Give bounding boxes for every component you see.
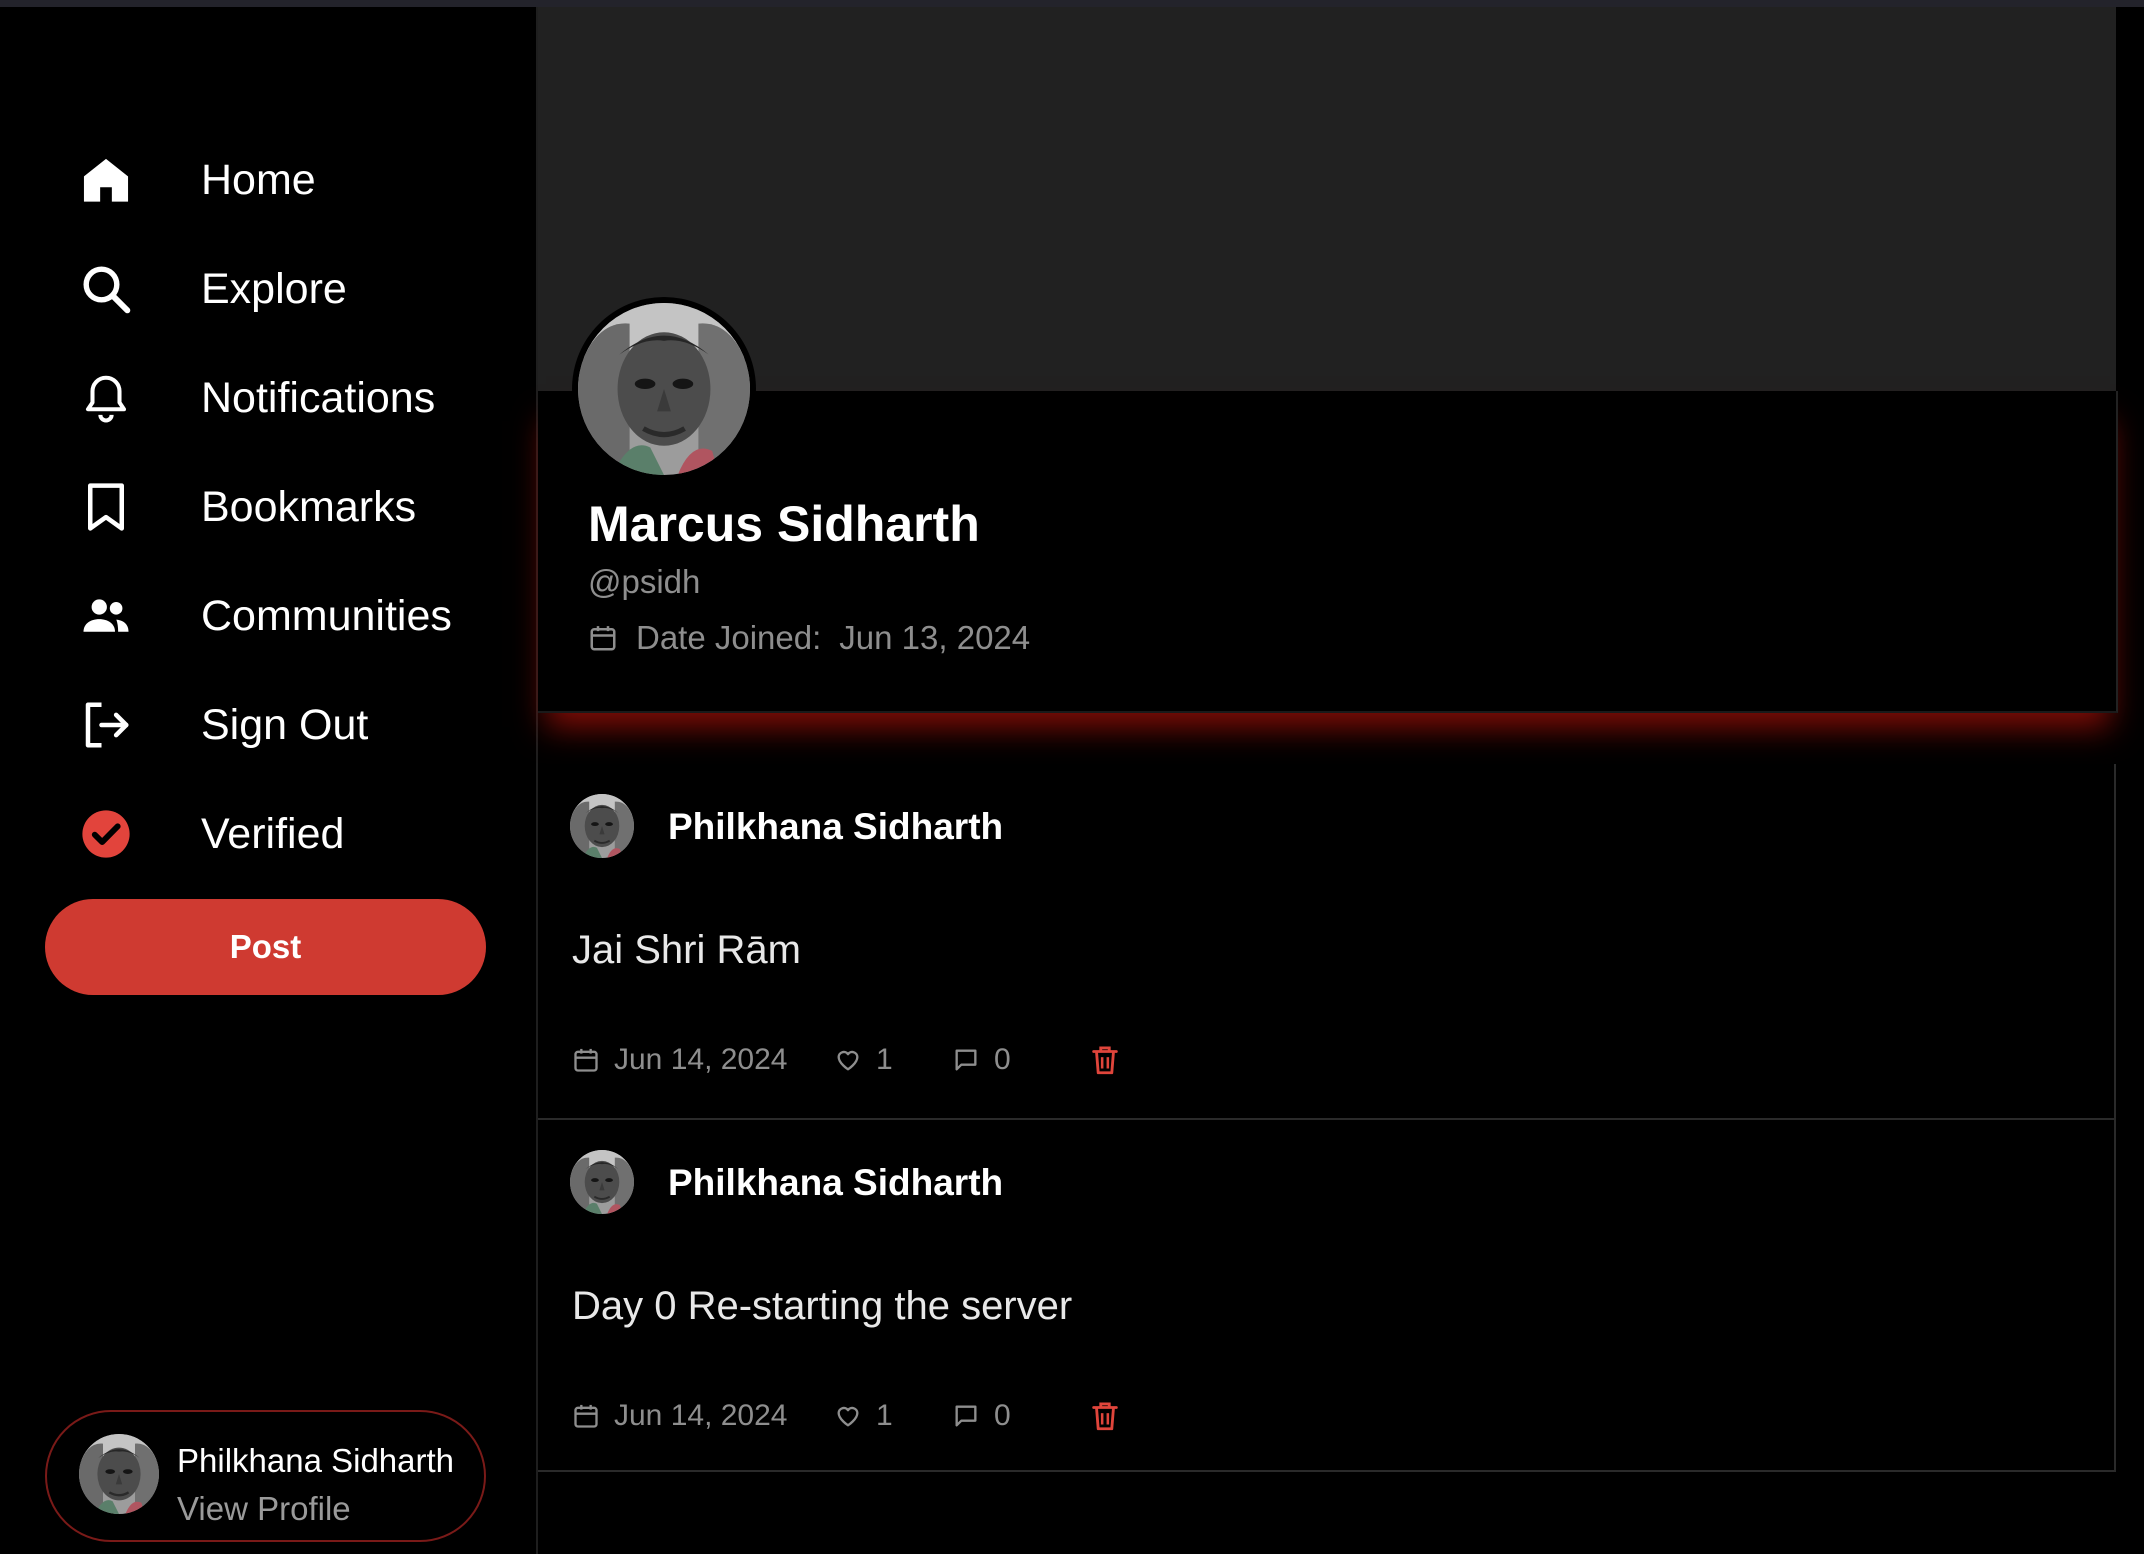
- sidebar-item-bookmarks[interactable]: Bookmarks: [79, 462, 416, 552]
- delete-post-button[interactable]: [1088, 1043, 1122, 1077]
- sign-out-icon: [79, 698, 133, 752]
- post-author-avatar[interactable]: [570, 1150, 634, 1214]
- bookmark-icon: [79, 480, 133, 534]
- comment-count: 0: [994, 1399, 1011, 1432]
- profile-banner: [538, 7, 2116, 391]
- sidebar-item-label: Bookmarks: [201, 482, 417, 531]
- main-content: Marcus Sidharth @psidh Date Joined: Jun …: [536, 7, 2118, 1554]
- post-author-name[interactable]: Philkhana Sidharth: [668, 806, 1003, 848]
- like-button[interactable]: 1: [834, 1399, 952, 1433]
- sidebar-item-explore[interactable]: Explore: [79, 244, 347, 334]
- post-date: Jun 14, 2024: [572, 1399, 834, 1433]
- post-card[interactable]: Philkhana Sidharth Day 0 Re-starting the…: [538, 1118, 2116, 1472]
- home-icon: [79, 153, 133, 207]
- comment-count: 0: [994, 1043, 1011, 1076]
- trash-icon: [1092, 1046, 1118, 1075]
- post-content: Day 0 Re-starting the server: [572, 1284, 1073, 1328]
- heart-icon: [837, 1406, 859, 1427]
- sidebar-item-label: Home: [201, 155, 316, 204]
- calendar-icon: [590, 626, 616, 651]
- calendar-icon: [574, 1048, 598, 1072]
- post-card[interactable]: Philkhana Sidharth Jai Shri Rām Jun 14, …: [538, 764, 2116, 1118]
- trash-icon: [1092, 1402, 1118, 1431]
- users-icon: [79, 589, 133, 643]
- sidebar-item-notifications[interactable]: Notifications: [79, 353, 435, 443]
- sidebar-item-label: Explore: [201, 264, 347, 313]
- calendar-icon: [574, 1404, 598, 1428]
- post-meta: Jun 14, 2024 1 0: [572, 1396, 1122, 1436]
- verified-check-icon: [79, 807, 133, 861]
- heart-icon: [837, 1050, 859, 1071]
- post-date-text: Jun 14, 2024: [614, 1399, 788, 1432]
- sidebar-item-label: Communities: [201, 591, 452, 640]
- date-joined-label: Date Joined:: [636, 619, 822, 656]
- profile-avatar[interactable]: [572, 297, 756, 481]
- sidebar-item-label: Verified: [201, 809, 345, 858]
- sidebar-item-home[interactable]: Home: [79, 135, 316, 225]
- like-button[interactable]: 1: [834, 1043, 952, 1077]
- post-date-text: Jun 14, 2024: [614, 1043, 788, 1076]
- view-profile-link[interactable]: View Profile: [177, 1490, 351, 1528]
- profile-handle: @psidh: [588, 563, 701, 600]
- comment-button[interactable]: 0: [952, 1399, 1088, 1433]
- search-icon: [79, 262, 133, 316]
- date-joined: Date Joined: Jun 13, 2024: [588, 619, 1030, 657]
- sidebar-item-label: Sign Out: [201, 700, 369, 749]
- post-content: Jai Shri Rām: [572, 928, 801, 972]
- comment-icon: [955, 1049, 977, 1071]
- sidebar-item-label: Notifications: [201, 373, 436, 422]
- delete-post-button[interactable]: [1088, 1399, 1122, 1433]
- window-top-bar: [0, 0, 2144, 7]
- sidebar-item-sign-out[interactable]: Sign Out: [79, 680, 368, 770]
- comment-icon: [955, 1405, 977, 1427]
- profile-card-name: Philkhana Sidharth: [177, 1442, 455, 1479]
- post-meta: Jun 14, 2024 1 0: [572, 1040, 1122, 1080]
- like-count: 1: [876, 1399, 893, 1432]
- bell-icon: [79, 371, 133, 425]
- post-date: Jun 14, 2024: [572, 1043, 834, 1077]
- like-count: 1: [876, 1043, 893, 1076]
- post-author-name[interactable]: Philkhana Sidharth: [668, 1162, 1003, 1204]
- sidebar: Home Explore Notifications Bookmarks Com…: [0, 7, 536, 1554]
- post-button[interactable]: Post: [45, 899, 486, 995]
- profile-card[interactable]: Philkhana Sidharth View Profile: [45, 1410, 486, 1542]
- avatar: [79, 1434, 159, 1514]
- comment-button[interactable]: 0: [952, 1043, 1088, 1077]
- post-author-avatar[interactable]: [570, 794, 634, 858]
- sidebar-item-verified[interactable]: Verified: [79, 789, 344, 879]
- profile-name: Marcus Sidharth: [588, 496, 980, 552]
- date-joined-value: Jun 13, 2024: [839, 619, 1031, 656]
- sidebar-item-communities[interactable]: Communities: [79, 571, 452, 661]
